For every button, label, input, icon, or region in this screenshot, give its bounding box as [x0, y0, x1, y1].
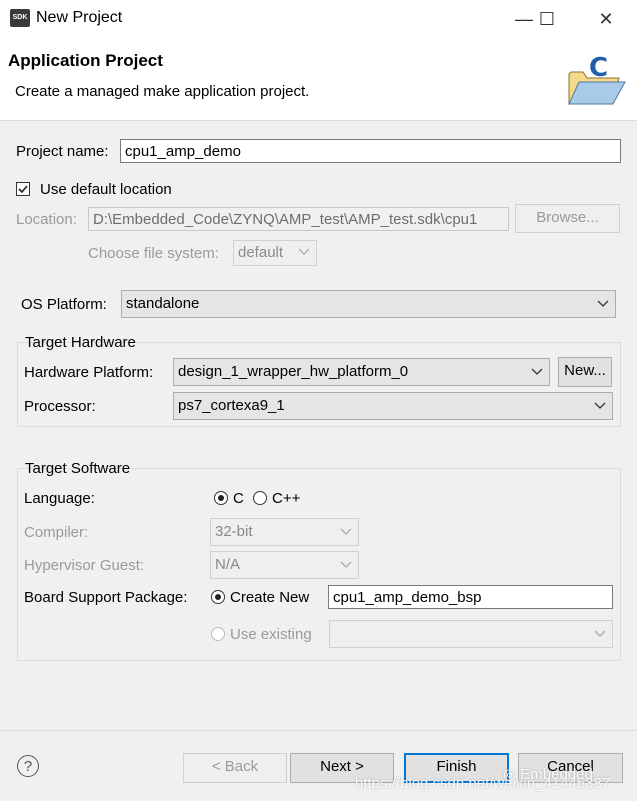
page-title: Application Project	[8, 51, 163, 70]
file-system-value: default	[238, 244, 284, 261]
radio-selected-dot	[215, 594, 221, 600]
hypervisor-guest-value: N/A	[215, 556, 241, 573]
back-button[interactable]: < Back	[183, 753, 287, 783]
language-label: Language:	[24, 490, 95, 507]
sdk-app-icon: SDK	[10, 9, 30, 27]
check-icon	[18, 185, 28, 194]
close-button[interactable]: ✕	[583, 0, 629, 38]
bsp-name-input[interactable]: cpu1_amp_demo_bsp	[328, 585, 613, 609]
chevron-down-icon	[594, 402, 606, 409]
bsp-use-existing-radio[interactable]	[211, 627, 225, 641]
browse-button[interactable]: Browse...	[515, 204, 620, 233]
hardware-platform-select[interactable]: design_1_wrapper_hw_platform_0	[173, 358, 550, 386]
os-platform-value: standalone	[126, 295, 200, 312]
use-default-location-checkbox[interactable]	[16, 182, 30, 196]
folder-c-icon: C	[568, 53, 626, 105]
target-hardware-title: Target Hardware	[25, 334, 136, 351]
chevron-down-icon	[531, 368, 543, 375]
processor-label: Processor:	[24, 398, 96, 415]
project-name-label: Project name:	[16, 143, 109, 160]
language-cpp-label: C++	[272, 490, 301, 507]
radio-selected-dot	[218, 495, 224, 501]
hypervisor-guest-select[interactable]: N/A	[210, 551, 359, 579]
os-platform-label: OS Platform:	[21, 296, 107, 313]
page-subtitle: Create a managed make application projec…	[15, 83, 310, 100]
bsp-create-new-label: Create New	[230, 589, 310, 606]
language-c-label: C	[233, 490, 244, 507]
language-c-radio[interactable]	[214, 491, 228, 505]
processor-select[interactable]: ps7_cortexa9_1	[173, 392, 613, 420]
bsp-use-existing-label: Use existing	[230, 626, 312, 643]
file-system-select[interactable]: default	[233, 240, 317, 266]
chevron-down-icon	[597, 300, 609, 307]
language-cpp-radio[interactable]	[253, 491, 267, 505]
bsp-label: Board Support Package:	[24, 589, 188, 606]
watermark-brand: ◎ Embedded	[503, 765, 593, 783]
location-label: Location:	[16, 211, 77, 228]
maximize-button[interactable]: ☐	[524, 0, 570, 38]
chevron-down-icon	[340, 528, 352, 535]
bsp-existing-select[interactable]	[329, 620, 613, 648]
compiler-select[interactable]: 32-bit	[210, 518, 359, 546]
footer-divider	[0, 730, 637, 731]
hardware-platform-label: Hardware Platform:	[24, 364, 154, 381]
bsp-create-new-radio[interactable]	[211, 590, 225, 604]
chevron-down-icon	[298, 248, 310, 255]
file-system-label: Choose file system:	[88, 245, 219, 262]
chevron-down-icon	[340, 561, 352, 568]
svg-text:C: C	[589, 53, 608, 83]
title-bar: SDK New Project — ☐ ✕	[0, 0, 637, 38]
target-software-title: Target Software	[25, 460, 131, 477]
processor-value: ps7_cortexa9_1	[178, 397, 285, 414]
use-default-location-label: Use default location	[40, 181, 172, 198]
window-title: New Project	[36, 9, 123, 26]
watermark-brand-text: Embedded	[520, 766, 593, 783]
help-button[interactable]: ?	[17, 755, 39, 777]
location-input[interactable]: D:\Embedded_Code\ZYNQ\AMP_test\AMP_test.…	[88, 207, 509, 231]
wizard-header: Application Project Create a managed mak…	[0, 38, 637, 121]
project-name-input[interactable]: cpu1_amp_demo	[120, 139, 621, 163]
compiler-value: 32-bit	[215, 523, 253, 540]
new-hardware-button[interactable]: New...	[558, 357, 612, 387]
compiler-label: Compiler:	[24, 524, 89, 541]
wechat-icon: ◎	[503, 766, 521, 783]
chevron-down-icon	[594, 630, 606, 637]
hardware-platform-value: design_1_wrapper_hw_platform_0	[178, 363, 409, 380]
hypervisor-guest-label: Hypervisor Guest:	[24, 557, 145, 574]
os-platform-select[interactable]: standalone	[121, 290, 616, 318]
